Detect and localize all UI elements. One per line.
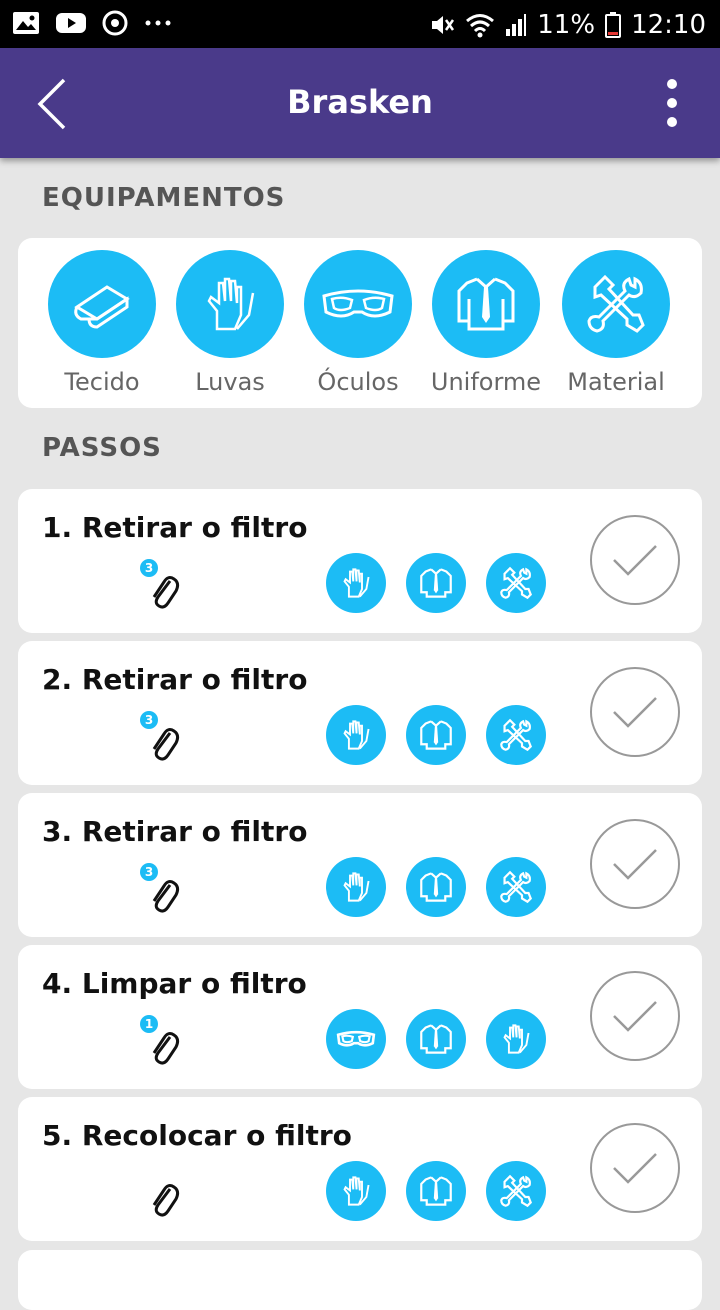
paperclip-icon (152, 1184, 180, 1217)
checkmark-icon (613, 849, 657, 880)
attachment-button[interactable]: 3 (140, 559, 184, 615)
step-title: 5. Recolocar o filtro (42, 1119, 352, 1152)
app-bar: Brasken (0, 48, 720, 158)
step-card[interactable]: 5. Recolocar o filtro (18, 1097, 702, 1241)
tools-icon (486, 705, 546, 765)
attachment-button[interactable] (140, 1167, 184, 1223)
tools-icon (486, 857, 546, 917)
step-card[interactable]: 1. Retirar o filtro 3 (18, 489, 702, 633)
system-icons: 11% 12:10 (429, 10, 706, 40)
notification-icons (12, 10, 172, 36)
equipment-card: Tecido Luvas Óculos Uniforme Material (18, 238, 702, 408)
checkmark-icon (613, 1001, 657, 1032)
tools-icon (486, 553, 546, 613)
equipment-label: Uniforme (430, 368, 542, 396)
gloves-icon (326, 553, 386, 613)
status-bar: 11% 12:10 (0, 0, 720, 48)
step-title: 1. Retirar o filtro (42, 511, 308, 544)
more-notifications-icon (145, 20, 171, 26)
paperclip-icon (152, 576, 180, 609)
uniform-icon (406, 705, 466, 765)
tools-icon (562, 250, 670, 358)
complete-step-button[interactable] (590, 1123, 680, 1213)
gloves-icon (326, 1161, 386, 1221)
uniform-icon (406, 857, 466, 917)
wifi-icon (466, 14, 495, 38)
gloves-icon (326, 705, 386, 765)
app-title: Brasken (287, 83, 433, 121)
equipment-section-title: EQUIPAMENTOS (42, 183, 286, 213)
step-title: 2. Retirar o filtro (42, 663, 308, 696)
battery-icon (605, 12, 622, 38)
step-title: 4. Limpar o filtro (42, 967, 307, 1000)
step-card[interactable]: 3. Retirar o filtro 3 (18, 793, 702, 937)
uniform-icon (406, 553, 466, 613)
complete-step-button[interactable] (590, 971, 680, 1061)
power-icon (102, 10, 128, 36)
equipment-item-fabric[interactable]: Tecido (38, 250, 166, 396)
youtube-icon (56, 13, 86, 33)
equipment-item-uniform[interactable]: Uniforme (422, 250, 550, 396)
equipment-label: Luvas (195, 368, 265, 396)
gloves-icon (486, 1009, 546, 1069)
checkmark-icon (613, 1153, 657, 1184)
paperclip-icon (152, 880, 180, 913)
equipment-item-goggles[interactable]: Óculos (294, 250, 422, 396)
complete-step-button[interactable] (590, 819, 680, 909)
gloves-icon (176, 250, 284, 358)
complete-step-button[interactable] (590, 515, 680, 605)
gallery-icon (13, 12, 39, 34)
step-card[interactable]: 2. Retirar o filtro 3 (18, 641, 702, 785)
attachment-button[interactable]: 3 (140, 863, 184, 919)
mute-icon (432, 16, 455, 34)
fabric-icon (48, 250, 156, 358)
equipment-item-tools[interactable]: Material (552, 250, 680, 396)
battery-percent: 11% (537, 10, 596, 40)
equipment-label: Óculos (317, 368, 399, 396)
step-card-partial[interactable] (18, 1250, 702, 1310)
signal-icon (506, 14, 527, 36)
attachment-button[interactable]: 3 (140, 711, 184, 767)
paperclip-icon (152, 728, 180, 761)
steps-section-title: PASSOS (42, 433, 162, 463)
equipment-label: Material (567, 368, 665, 396)
complete-step-button[interactable] (590, 667, 680, 757)
uniform-icon (432, 250, 540, 358)
clock: 12:10 (631, 10, 706, 40)
step-title: 3. Retirar o filtro (42, 815, 308, 848)
tools-icon (486, 1161, 546, 1221)
uniform-icon (406, 1161, 466, 1221)
attachment-button[interactable]: 1 (140, 1015, 184, 1071)
equipment-item-gloves[interactable]: Luvas (166, 250, 294, 396)
overflow-menu-button[interactable] (660, 78, 684, 128)
goggles-icon (304, 250, 412, 358)
uniform-icon (406, 1009, 466, 1069)
checkmark-icon (613, 697, 657, 728)
step-card[interactable]: 4. Limpar o filtro 1 (18, 945, 702, 1089)
goggles-icon (326, 1009, 386, 1069)
checkmark-icon (613, 545, 657, 576)
paperclip-icon (152, 1032, 180, 1065)
more-vert-icon (667, 79, 677, 127)
gloves-icon (326, 857, 386, 917)
equipment-label: Tecido (64, 368, 140, 396)
